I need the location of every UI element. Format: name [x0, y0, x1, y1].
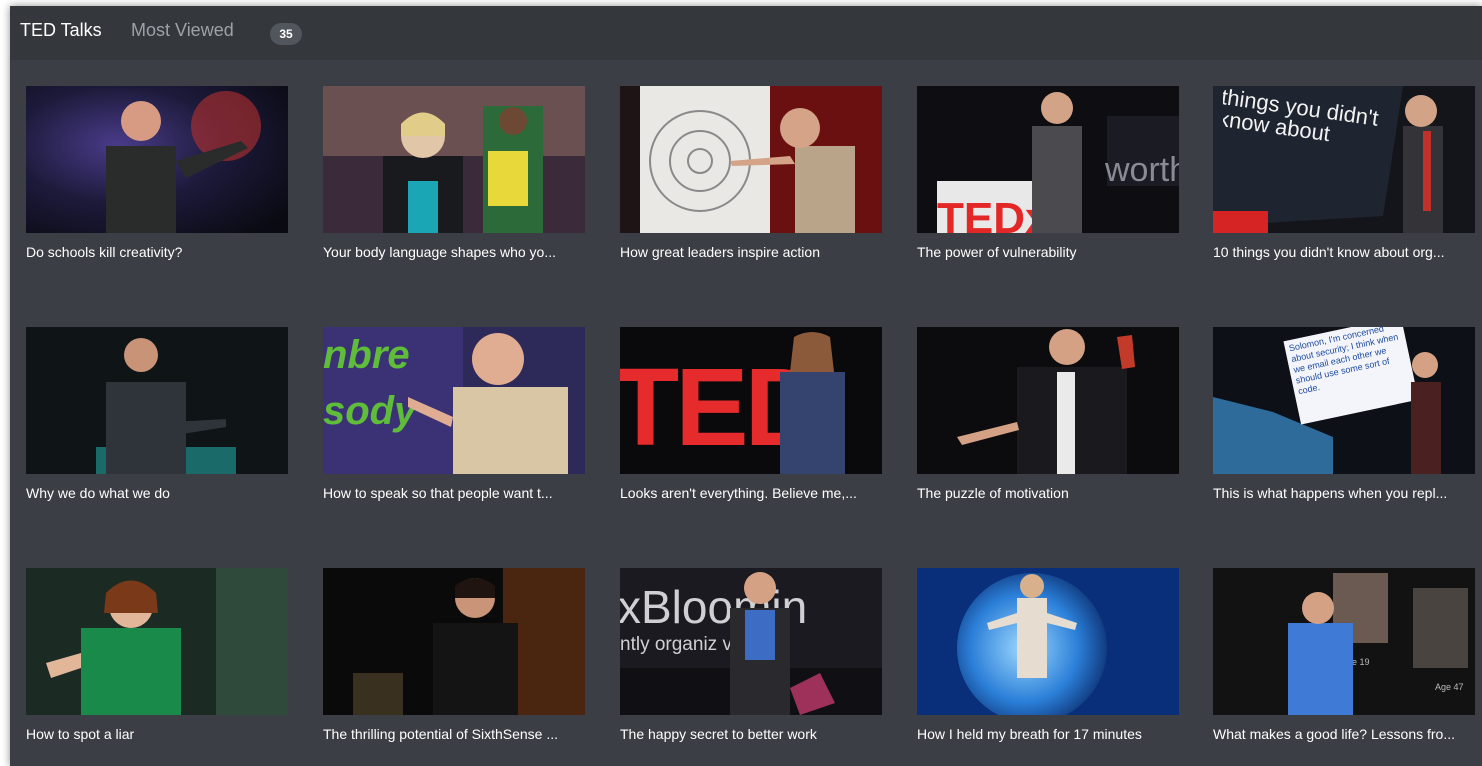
talk-title[interactable]: What makes a good life? Lessons fro... [1213, 725, 1475, 743]
talk-title[interactable]: Do schools kill creativity? [26, 243, 288, 261]
talk-thumbnail[interactable]: Age 19 Age 47 [1213, 568, 1475, 715]
talk-title[interactable]: The thrilling potential of SixthSense ..… [323, 725, 585, 743]
talk-title[interactable]: How I held my breath for 17 minutes [917, 725, 1179, 743]
thumb-text: things you didn't know about [1223, 86, 1381, 147]
thumb-text: worth [1104, 151, 1179, 189]
talk-card[interactable]: things you didn't know about 10 things y… [1213, 86, 1475, 261]
talk-card[interactable]: How great leaders inspire action [620, 86, 882, 261]
talk-card[interactable]: How to spot a liar [26, 568, 288, 743]
talk-card[interactable]: Why we do what we do [26, 327, 288, 502]
talk-title[interactable]: This is what happens when you repl... [1213, 484, 1475, 502]
talk-card[interactable]: Age 19 Age 47 What makes a good life? Le… [1213, 568, 1475, 743]
talk-thumbnail[interactable]: nbre sody [323, 327, 585, 474]
talk-thumbnail[interactable] [26, 327, 288, 474]
talk-title[interactable]: The power of vulnerability [917, 243, 1179, 261]
talk-thumbnail[interactable] [917, 568, 1179, 715]
ted-talks-window: TED Talks Most Viewed 35 Do schools kill… [10, 6, 1482, 766]
talk-thumbnail[interactable]: Solomon, I'm concerned about security; I… [1213, 327, 1475, 474]
talk-thumbnail[interactable] [620, 86, 882, 233]
talk-card[interactable]: Your body language shapes who yo... [323, 86, 585, 261]
section-title: TED Talks [20, 20, 102, 40]
thumb-text: Age 47 [1435, 682, 1464, 692]
talk-thumbnail[interactable]: TED [620, 327, 882, 474]
talk-title[interactable]: How great leaders inspire action [620, 243, 882, 261]
talk-card[interactable]: TED Looks aren't everything. Believe me,… [620, 327, 882, 502]
talk-card[interactable]: worth TEDx The power of vulnerability [917, 86, 1179, 261]
talk-card[interactable]: Solomon, I'm concerned about security; I… [1213, 327, 1475, 502]
talk-thumbnail[interactable]: worth TEDx [917, 86, 1179, 233]
talk-card[interactable]: How I held my breath for 17 minutes [917, 568, 1179, 743]
talk-card[interactable]: The thrilling potential of SixthSense ..… [323, 568, 585, 743]
talk-title[interactable]: 10 things you didn't know about org... [1213, 243, 1475, 261]
talk-card[interactable]: Do schools kill creativity? [26, 86, 288, 261]
talk-title[interactable]: How to speak so that people want t... [323, 484, 585, 502]
talk-thumbnail[interactable]: things you didn't know about [1213, 86, 1475, 233]
talk-thumbnail[interactable]: xBloomin ntly organiz vent [620, 568, 882, 715]
talk-card[interactable]: xBloomin ntly organiz vent The happy sec… [620, 568, 882, 743]
talk-thumbnail[interactable] [323, 568, 585, 715]
tab-most-viewed[interactable]: Most Viewed [131, 20, 234, 41]
talk-title[interactable]: The puzzle of motivation [917, 484, 1179, 502]
talk-title[interactable]: How to spot a liar [26, 725, 288, 743]
talk-thumbnail[interactable] [917, 327, 1179, 474]
talk-thumbnail[interactable] [26, 568, 288, 715]
header-bar: TED Talks Most Viewed 35 [10, 6, 1482, 60]
talk-thumbnail[interactable] [26, 86, 288, 233]
talk-card[interactable]: nbre sody How to speak so that people wa… [323, 327, 585, 502]
talk-thumbnail[interactable] [323, 86, 585, 233]
talk-title[interactable]: The happy secret to better work [620, 725, 882, 743]
talk-title[interactable]: Your body language shapes who yo... [323, 243, 585, 261]
talk-title[interactable]: Why we do what we do [26, 484, 288, 502]
talk-title[interactable]: Looks aren't everything. Believe me,... [620, 484, 882, 502]
talk-card[interactable]: The puzzle of motivation [917, 327, 1179, 502]
count-badge: 35 [270, 23, 302, 45]
